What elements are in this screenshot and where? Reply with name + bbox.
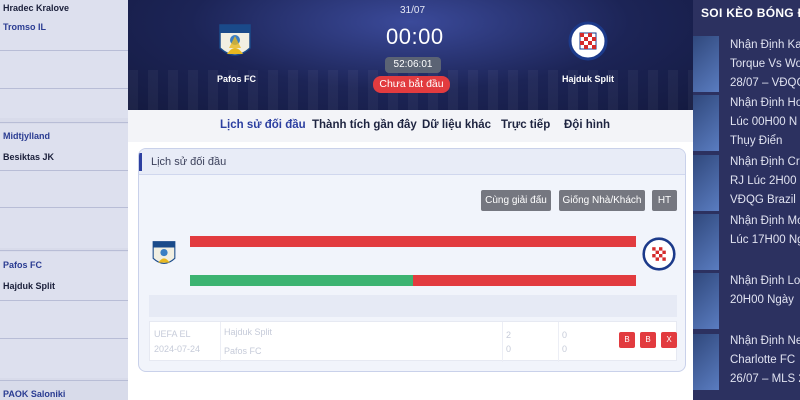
- tab-bar: Lịch sử đối đầu Thành tích gần đây Dữ li…: [128, 110, 693, 142]
- news-thumbnail[interactable]: [693, 214, 719, 270]
- league-cell: UEFA EL: [154, 329, 191, 339]
- sidebar-header: SOI KÈO BÓNG ĐÁ: [701, 6, 800, 20]
- home-score-cell: 2: [506, 330, 512, 340]
- news-item[interactable]: Nhận Định Mo Lúc 17H00 Ng: [730, 212, 800, 250]
- divider: [0, 380, 128, 381]
- match-header: Pafos FC Hajduk Split 31/07 00:00 52:06:…: [128, 0, 693, 110]
- match-item[interactable]: [0, 0, 128, 118]
- news-line: VĐQG Brazil: [730, 194, 796, 206]
- pafos-logo-icon: [219, 24, 251, 56]
- match-item[interactable]: [0, 252, 128, 378]
- divider: [220, 322, 221, 362]
- news-item[interactable]: Nhận Định Ka Torque Vs Wo 28/07 – VĐQG: [730, 36, 800, 93]
- match-score: 00:00: [386, 24, 444, 49]
- news-thumbnail[interactable]: [693, 36, 719, 92]
- hajduk-logo-icon: [568, 21, 608, 61]
- divider: [502, 322, 503, 362]
- home-win-bar: [190, 275, 413, 286]
- table-row[interactable]: UEFA EL 2024-07-24 Hajduk Split Pafos FC…: [149, 321, 677, 362]
- pafos-logo-icon: [152, 241, 176, 264]
- news-item[interactable]: Nhận Định Cr RJ Lúc 2H00 N VĐQG Brazil: [730, 153, 800, 210]
- news-line: Nhận Định Ne: [730, 335, 800, 347]
- match-status-badge: Chưa bắt đầu: [373, 76, 450, 93]
- result-badge[interactable]: X: [661, 332, 677, 348]
- tab-other-data[interactable]: Dữ liệu khác: [422, 119, 491, 131]
- news-line: Charlotte FC: [730, 354, 796, 366]
- match-away-team: Tromso IL: [3, 22, 47, 32]
- news-item[interactable]: Nhận Định Lo 20H00 Ngày: [730, 272, 800, 310]
- news-line: 28/07 – VĐQG: [730, 77, 800, 89]
- match-home-team: Pafos FC: [3, 260, 43, 270]
- head-to-head-card: Lịch sử đối đầu Cùng giải đấu Giống Nhà/…: [138, 148, 686, 372]
- tab-lineup[interactable]: Đội hình: [564, 119, 610, 131]
- countdown-timer: 52:06:01: [385, 57, 441, 73]
- ht-away-cell: 0: [562, 344, 568, 354]
- news-line: Nhận Định Cr: [730, 156, 800, 168]
- divider: [558, 322, 559, 362]
- home-team-cell: Hajduk Split: [224, 327, 273, 337]
- tab-live[interactable]: Trực tiếp: [501, 119, 550, 131]
- news-thumbnail[interactable]: [693, 273, 719, 329]
- news-line: 20H00 Ngày: [730, 294, 794, 306]
- away-score-cell: 0: [506, 344, 512, 354]
- divider: [0, 338, 128, 339]
- match-away-team: Hajduk Split: [3, 281, 56, 291]
- divider: [0, 170, 128, 171]
- divider: [0, 88, 128, 89]
- result-badge[interactable]: B: [619, 332, 635, 348]
- news-thumbnail[interactable]: [693, 95, 719, 151]
- date-cell: 2024-07-24: [154, 344, 201, 354]
- news-line: Thụy Điển: [730, 135, 783, 147]
- away-win-bar: [413, 275, 636, 286]
- divider: [0, 250, 128, 251]
- tab-head-to-head[interactable]: Lịch sử đối đầu: [220, 119, 306, 131]
- news-line: 26/07 – MLS 2: [730, 373, 800, 385]
- result-badge[interactable]: B: [640, 332, 656, 348]
- match-detail: Pafos FC Hajduk Split 31/07 00:00 52:06:…: [128, 0, 693, 400]
- table-header: [149, 295, 677, 317]
- same-home-away-filter-button[interactable]: Giống Nhà/Khách: [559, 190, 645, 211]
- match-home-team: Hradec Kralove: [3, 3, 70, 13]
- news-line: Nhận Định Ka: [730, 39, 800, 51]
- hajduk-logo-icon: [642, 237, 676, 271]
- news-line: Lúc 17H00 Ng: [730, 234, 800, 246]
- news-sidebar: SOI KÈO BÓNG ĐÁ Nhận Định Ka Torque Vs W…: [693, 0, 800, 400]
- match-away-team: Besiktas JK: [3, 152, 55, 162]
- news-line: Nhận Định Mo: [730, 215, 800, 227]
- match-home-team: Midtjylland: [3, 131, 50, 141]
- news-item[interactable]: Nhận Định Ho Lúc 00H00 N Thụy Điển: [730, 94, 800, 151]
- divider: [0, 300, 128, 301]
- news-line: Torque Vs Wo: [730, 58, 800, 70]
- match-home-team: PAOK Saloniki: [3, 389, 66, 399]
- home-team-name: Pafos FC: [217, 74, 257, 84]
- halftime-filter-button[interactable]: HT: [652, 190, 677, 211]
- match-list-panel: Hradec Kralove Tromso IL Midtjylland Bes…: [0, 0, 128, 400]
- news-item[interactable]: Nhận Định Ne Charlotte FC 26/07 – MLS 2: [730, 332, 800, 389]
- card-title: Lịch sử đối đầu: [151, 156, 227, 168]
- same-league-filter-button[interactable]: Cùng giải đấu: [481, 190, 551, 211]
- win-rate-bar: [190, 236, 636, 247]
- away-team-name: Hajduk Split: [562, 74, 615, 84]
- divider: [0, 207, 128, 208]
- tab-recent-form[interactable]: Thành tích gần đây: [312, 119, 417, 131]
- card-header: Lịch sử đối đầu: [139, 149, 685, 175]
- news-line: RJ Lúc 2H00 N: [730, 175, 800, 187]
- news-line: Nhận Định Ho: [730, 97, 800, 109]
- divider: [0, 122, 128, 123]
- news-thumbnail[interactable]: [693, 155, 719, 211]
- news-line: Nhận Định Lo: [730, 275, 800, 287]
- news-line: Lúc 00H00 N: [730, 116, 798, 128]
- match-item[interactable]: [0, 124, 128, 248]
- news-thumbnail[interactable]: [693, 334, 719, 390]
- ht-home-cell: 0: [562, 330, 568, 340]
- away-team-cell: Pafos FC: [224, 346, 262, 356]
- match-date: 31/07: [400, 5, 426, 16]
- divider: [0, 50, 128, 51]
